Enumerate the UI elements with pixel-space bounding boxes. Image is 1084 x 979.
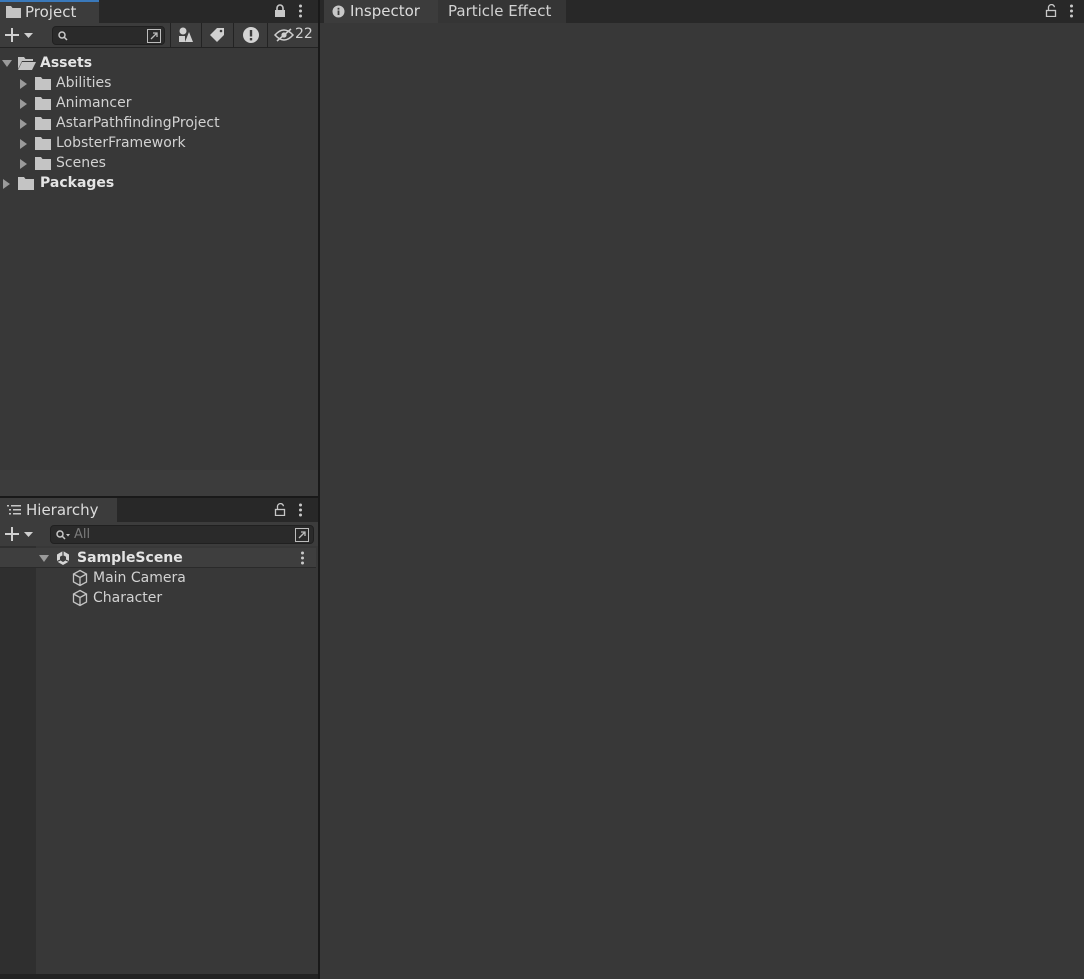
tree-item-animancer[interactable]: Animancer [0,93,318,113]
scene-name: SampleScene [77,550,183,566]
hierarchy-item-label: Character [93,590,163,606]
tree-item-label: Scenes [56,155,106,171]
scene-more-options-icon[interactable] [300,551,305,565]
hierarchy-item-main-camera[interactable]: Main Camera [36,568,316,588]
tab-particle-effect[interactable]: Particle Effect [438,0,566,23]
tab-particle-effect-label: Particle Effect [448,2,552,20]
hierarchy-item-character[interactable]: Character [36,588,316,608]
search-by-type-button[interactable] [170,23,202,47]
info-icon [332,5,345,18]
hidden-packages-count: 22 [295,26,313,42]
tab-project[interactable]: Project [0,0,99,23]
unity-scene-icon [55,550,71,566]
hierarchy-bottom-border [0,974,318,979]
tree-item-label: Packages [40,175,115,191]
folder-icon [35,77,51,90]
search-placeholder: All [74,527,91,542]
tree-item-label: LobsterFramework [56,135,186,151]
expand-arrow-icon[interactable] [3,179,10,189]
gameobject-cube-icon [71,569,89,587]
project-panel: Project 22 Assets Abilities Animancer As… [0,0,319,496]
shapes-icon [178,27,194,43]
hidden-packages-toggle[interactable]: 22 [267,23,319,47]
warning-icon [242,26,260,44]
hierarchy-panel: Hierarchy All SampleScene Main Camera Ch… [0,498,318,979]
console-errors-button[interactable] [233,23,268,47]
tab-project-label: Project [25,3,77,21]
tag-icon [210,28,225,42]
hierarchy-gutter [0,546,36,974]
expand-arrow-icon[interactable] [20,159,27,169]
tree-item-label: Animancer [56,95,132,111]
hierarchy-toolbar: All [0,522,318,546]
tree-item-scenes[interactable]: Scenes [0,153,318,173]
folder-icon [35,137,51,150]
search-in-scene-icon[interactable] [147,29,161,43]
more-options-icon[interactable] [298,503,303,517]
hierarchy-search-input[interactable]: All [50,525,314,544]
expand-arrow-icon[interactable] [2,60,12,67]
folder-icon [35,97,51,110]
more-options-icon[interactable] [298,4,303,18]
tab-inspector[interactable]: Inspector [324,0,438,23]
expand-arrow-icon[interactable] [20,99,27,109]
lock-icon[interactable] [274,4,286,17]
search-filter-icon [56,530,70,540]
lock-icon[interactable] [1045,4,1057,17]
eye-hidden-icon [274,28,294,42]
tree-item-label: Assets [40,55,93,71]
project-footer [0,470,318,496]
more-options-icon[interactable] [1069,4,1074,18]
folder-open-icon [18,56,36,70]
list-icon [7,504,21,516]
expand-arrow-icon[interactable] [20,119,27,129]
tree-item-lobsterframework[interactable]: LobsterFramework [0,133,318,153]
create-button[interactable] [4,526,36,542]
folder-icon [6,5,21,18]
tab-hierarchy-label: Hierarchy [26,501,99,519]
folder-icon [18,177,34,190]
project-tree: Assets Abilities Animancer AstarPathfind… [0,53,318,470]
expand-arrow-icon[interactable] [20,139,27,149]
project-toolbar: 22 [0,23,319,48]
project-search-input[interactable] [52,26,165,45]
search-icon [58,31,68,41]
tree-item-label: Abilities [56,75,112,91]
tree-item-abilities[interactable]: Abilities [0,73,318,93]
tree-item-label: AstarPathfindingProject [56,115,220,131]
tab-inspector-label: Inspector [350,2,420,20]
expand-arrow-icon[interactable] [39,555,49,562]
tree-item-assets[interactable]: Assets [0,53,318,73]
tree-item-packages[interactable]: Packages [0,173,318,193]
scene-header-row[interactable]: SampleScene [0,548,316,568]
tab-hierarchy[interactable]: Hierarchy [0,498,117,522]
search-by-label-button[interactable] [201,23,233,47]
hierarchy-item-label: Main Camera [93,570,186,586]
folder-icon [35,157,51,170]
inspector-content [320,23,1084,979]
search-in-scene-icon[interactable] [295,528,309,542]
expand-arrow-icon[interactable] [20,79,27,89]
lock-icon[interactable] [274,503,286,516]
gameobject-cube-icon [71,589,89,607]
create-button[interactable] [4,27,36,43]
inspector-panel: Inspector Particle Effect [320,0,1084,979]
folder-icon [35,117,51,130]
tree-item-astarpathfindingproject[interactable]: AstarPathfindingProject [0,113,318,133]
